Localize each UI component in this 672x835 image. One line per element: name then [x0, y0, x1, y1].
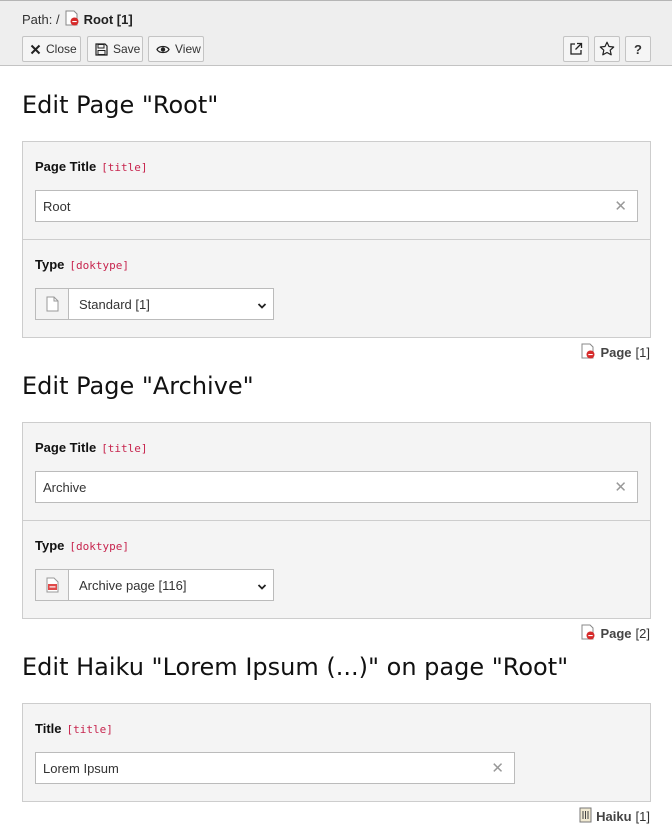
record-type: Haiku — [596, 809, 632, 824]
doc-header: Path: / Root [1] Close Save View ? — [0, 0, 672, 66]
breadcrumb: Path: / Root [1] — [22, 10, 133, 28]
clear-icon[interactable]: ✕ — [614, 197, 627, 215]
page-title-input[interactable]: Root ✕ — [35, 190, 638, 222]
field-label: Type [doktype] — [35, 538, 129, 553]
field-label: Page Title [title] — [35, 159, 148, 174]
eye-icon — [156, 44, 170, 55]
input-value: Root — [43, 198, 71, 214]
field-label: Page Title [title] — [35, 440, 148, 455]
view-button[interactable]: View — [148, 36, 204, 62]
chevron-down-icon — [257, 299, 267, 314]
field-name: [title] — [101, 161, 148, 174]
field-name: [doktype] — [69, 259, 129, 272]
page-icon — [580, 624, 596, 643]
clear-icon[interactable]: ✕ — [614, 478, 627, 496]
edit-panel: Page Title [title] Archive ✕ Type [dokty… — [22, 422, 651, 619]
input-value: Archive — [43, 479, 87, 495]
bookmark-button[interactable] — [594, 36, 620, 62]
star-icon — [599, 41, 615, 57]
close-button[interactable]: Close — [22, 36, 81, 62]
field-label-text: Type — [35, 257, 65, 272]
select-value: Standard [1] — [79, 296, 150, 312]
field-name: [title] — [101, 442, 148, 455]
save-button[interactable]: Save — [87, 36, 143, 62]
field-label-text: Page Title — [35, 440, 97, 455]
page-title-input[interactable]: Archive ✕ — [35, 471, 638, 503]
page-icon — [580, 343, 596, 362]
field-name: [title] — [66, 723, 113, 736]
close-label: Close — [46, 42, 77, 56]
record-type: Page — [600, 626, 632, 641]
record-id: [1] — [635, 809, 650, 824]
save-icon — [95, 42, 108, 56]
archive-page-icon — [36, 570, 69, 600]
record-id: [1] — [635, 345, 650, 360]
field-row-type: Type [doktype] Archive page [116] — [23, 521, 650, 618]
open-new-window-button[interactable] — [563, 36, 589, 62]
external-link-icon — [569, 42, 583, 56]
section-heading: Edit Page "Archive" — [22, 372, 254, 400]
record-info: Haiku [1] — [579, 807, 650, 826]
haiku-title-input[interactable]: Lorem Ipsum ✕ — [35, 752, 515, 784]
chevron-down-icon — [257, 580, 267, 595]
doktype-select[interactable]: Archive page [116] — [35, 569, 274, 601]
help-label: ? — [634, 41, 642, 57]
field-label-text: Page Title — [35, 159, 97, 174]
field-row-type: Type [doktype] Standard [1] — [23, 240, 650, 337]
help-button[interactable]: ? — [625, 36, 651, 62]
record-info: Page [2] — [580, 624, 650, 643]
close-icon — [30, 44, 41, 55]
field-row-title: Page Title [title] Root ✕ — [23, 142, 650, 240]
edit-panel: Title [title] Lorem Ipsum ✕ — [22, 703, 651, 802]
page-icon — [64, 10, 80, 29]
section-heading: Edit Haiku "Lorem Ipsum (...)" on page "… — [22, 653, 569, 681]
section-heading: Edit Page "Root" — [22, 91, 219, 119]
field-row-title: Title [title] Lorem Ipsum ✕ — [23, 704, 650, 801]
input-value: Lorem Ipsum — [43, 760, 119, 776]
doktype-select[interactable]: Standard [1] — [35, 288, 274, 320]
path-label: Path: / — [22, 11, 60, 27]
save-label: Save — [113, 42, 141, 56]
record-id: [2] — [635, 626, 650, 641]
field-label-text: Type — [35, 538, 65, 553]
current-page-name[interactable]: Root [1] — [84, 12, 133, 27]
record-info: Page [1] — [580, 343, 650, 362]
haiku-icon — [579, 807, 592, 826]
field-label-text: Title — [35, 721, 62, 736]
field-label: Title [title] — [35, 721, 113, 736]
view-label: View — [175, 42, 201, 56]
record-type: Page — [600, 345, 632, 360]
select-value: Archive page [116] — [79, 577, 187, 593]
field-row-title: Page Title [title] Archive ✕ — [23, 423, 650, 521]
field-name: [doktype] — [69, 540, 129, 553]
clear-icon[interactable]: ✕ — [491, 759, 504, 777]
edit-panel: Page Title [title] Root ✕ Type [doktype]… — [22, 141, 651, 338]
field-label: Type [doktype] — [35, 257, 129, 272]
standard-page-icon — [36, 289, 69, 319]
